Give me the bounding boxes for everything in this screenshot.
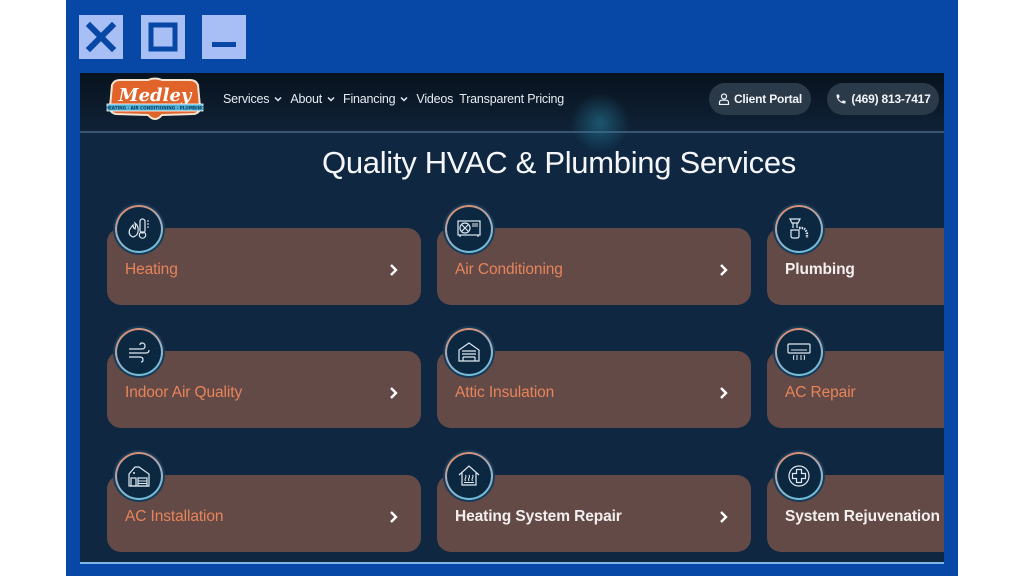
nav-about-label: About	[290, 92, 323, 106]
browser-viewport: Medley HEATING · AIR CONDITIONING · PLUM…	[80, 73, 944, 564]
ac-icon-badge	[445, 205, 493, 253]
attic-icon-badge	[445, 328, 493, 376]
service-label: AC Repair	[785, 384, 856, 401]
chevron-down-icon	[274, 96, 282, 102]
rejuvenation-icon-badge	[775, 452, 823, 500]
plus-circle-icon	[788, 465, 810, 487]
site-header: Medley HEATING · AIR CONDITIONING · PLUM…	[80, 73, 944, 153]
flame-thermometer-icon	[128, 218, 149, 239]
chevron-down-icon	[327, 96, 335, 102]
house-icon	[128, 466, 150, 487]
nav-financing[interactable]: Financing	[343, 92, 408, 106]
maximize-button[interactable]	[141, 15, 185, 59]
chevron-right-icon	[390, 264, 398, 276]
heating-repair-icon-badge	[445, 452, 493, 500]
service-label: AC Installation	[125, 508, 224, 525]
iaq-icon-badge	[115, 328, 163, 376]
client-portal-button[interactable]: Client Portal	[709, 83, 811, 115]
service-label: Heating System Repair	[455, 508, 622, 525]
service-label: Indoor Air Quality	[125, 384, 243, 401]
nav-videos-label: Videos	[416, 92, 454, 106]
chevron-right-icon	[720, 511, 728, 523]
wind-icon	[129, 342, 150, 363]
chevron-right-icon	[390, 511, 398, 523]
ac-install-icon-badge	[115, 452, 163, 500]
attic-icon	[458, 342, 480, 362]
service-label: Plumbing	[785, 261, 855, 278]
service-label: System Rejuvenation	[785, 508, 940, 525]
medley-logo[interactable]: Medley HEATING · AIR CONDITIONING · PLUM…	[106, 77, 204, 125]
chevron-right-icon	[390, 387, 398, 399]
header-glow	[570, 93, 630, 153]
chevron-right-icon	[720, 387, 728, 399]
main-nav: Services About Financing Videos Transpar…	[223, 92, 572, 106]
ac-unit-icon	[457, 220, 481, 237]
nav-about[interactable]: About	[290, 92, 335, 106]
nav-transparent-pricing[interactable]: Transparent Pricing	[459, 92, 564, 106]
nav-videos[interactable]: Videos	[416, 92, 453, 106]
user-icon	[718, 93, 730, 105]
ac-repair-icon-badge	[775, 328, 823, 376]
nav-services[interactable]: Services	[223, 92, 282, 106]
nav-pricing-label: Transparent Pricing	[459, 92, 565, 106]
page-title: Quality HVAC & Plumbing Services	[322, 145, 796, 180]
maximize-icon	[148, 22, 178, 52]
minimize-button[interactable]	[202, 15, 246, 59]
house-heat-icon	[458, 465, 480, 486]
svg-text:Medley: Medley	[118, 85, 193, 106]
heating-icon-badge	[115, 205, 163, 253]
close-icon	[85, 21, 117, 53]
phone-label: (469) 813-7417	[851, 92, 931, 106]
service-label: Attic Insulation	[455, 384, 555, 401]
plumbing-icon-badge	[775, 205, 823, 253]
service-label: Air Conditioning	[455, 261, 563, 278]
client-portal-label: Client Portal	[733, 92, 803, 106]
close-button[interactable]	[79, 15, 123, 59]
minimize-icon	[212, 42, 236, 47]
service-label: Heating	[125, 261, 178, 278]
nav-financing-label: Financing	[343, 92, 396, 106]
pipe-icon	[789, 218, 809, 239]
chevron-right-icon	[720, 264, 728, 276]
wall-ac-icon	[787, 343, 811, 361]
chevron-down-icon	[400, 96, 408, 102]
phone-icon	[836, 94, 846, 104]
phone-button[interactable]: (469) 813-7417	[827, 83, 939, 115]
logo-tagline: HEATING · AIR CONDITIONING · PLUMBING	[106, 106, 204, 111]
nav-services-label: Services	[223, 92, 270, 106]
